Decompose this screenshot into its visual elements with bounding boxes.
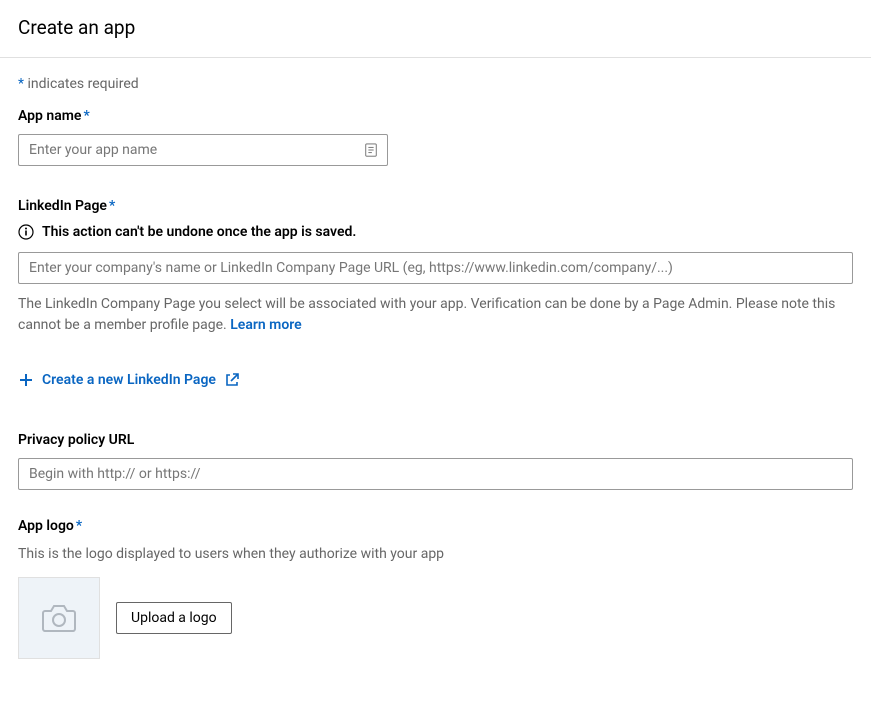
linkedin-page-helper: The LinkedIn Company Page you select wil… [18, 294, 853, 336]
app-logo-asterisk: * [76, 518, 82, 534]
camera-icon [41, 603, 77, 633]
info-icon [18, 224, 34, 240]
linkedin-page-label: LinkedIn Page* [18, 198, 853, 214]
upload-logo-button[interactable]: Upload a logo [116, 602, 232, 634]
linkedin-page-input[interactable] [18, 252, 853, 284]
privacy-policy-label: Privacy policy URL [18, 432, 853, 448]
privacy-policy-input[interactable] [18, 458, 853, 490]
privacy-policy-group: Privacy policy URL [18, 432, 853, 490]
linkedin-page-asterisk: * [109, 198, 115, 214]
linkedin-page-helper-text: The LinkedIn Company Page you select wil… [18, 296, 835, 333]
app-name-asterisk: * [83, 108, 89, 124]
privacy-policy-label-text: Privacy policy URL [18, 432, 134, 448]
app-logo-group: App logo* This is the logo displayed to … [18, 518, 853, 659]
create-page-text: Create a new LinkedIn Page [42, 372, 216, 388]
app-logo-label-text: App logo [18, 518, 74, 534]
plus-icon [18, 372, 34, 388]
create-page-row: Create a new LinkedIn Page [18, 372, 853, 392]
page-header: Create an app [0, 0, 871, 58]
page-title: Create an app [18, 16, 853, 39]
app-name-label-text: App name [18, 108, 81, 124]
learn-more-link[interactable]: Learn more [230, 317, 301, 333]
linkedin-page-group: LinkedIn Page* This action can't be undo… [18, 198, 853, 392]
app-logo-label: App logo* [18, 518, 853, 534]
logo-row: Upload a logo [18, 577, 853, 659]
required-note: * indicates required [18, 76, 853, 92]
app-name-input[interactable] [18, 134, 388, 166]
create-page-link[interactable]: Create a new LinkedIn Page [18, 372, 240, 388]
linkedin-page-label-text: LinkedIn Page [18, 198, 107, 214]
info-banner-text: This action can't be undone once the app… [42, 224, 356, 240]
content-area: * indicates required App name* LinkedIn … [0, 58, 871, 701]
app-logo-helper: This is the logo displayed to users when… [18, 544, 853, 565]
info-banner: This action can't be undone once the app… [18, 224, 853, 240]
app-name-label: App name* [18, 108, 853, 124]
required-note-text: indicates required [24, 76, 139, 92]
app-name-group: App name* [18, 108, 853, 166]
external-link-icon [224, 372, 240, 388]
logo-placeholder [18, 577, 100, 659]
form-icon [364, 143, 378, 157]
